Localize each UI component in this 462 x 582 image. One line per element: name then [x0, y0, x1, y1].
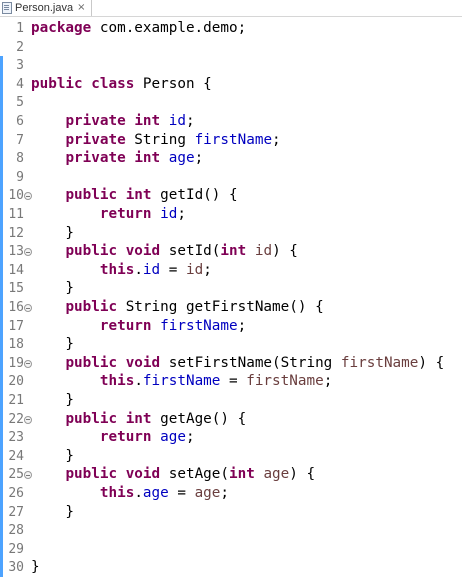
code-text: public void setFirstName(String firstNam… — [65, 354, 445, 371]
line-number: 6 — [16, 114, 24, 129]
line-number: 24 — [8, 448, 24, 464]
code-text: } — [31, 447, 75, 464]
code-line[interactable]: 25 public void setAge(int age) { — [0, 465, 462, 484]
code-line[interactable]: 19 public void setFirstName(String first… — [0, 354, 462, 373]
line-number: 14 — [8, 262, 24, 278]
line-number: 17 — [8, 318, 24, 334]
line-number: 13 — [8, 244, 24, 260]
code-line[interactable]: 29 — [0, 540, 462, 559]
line-number: 8 — [16, 151, 24, 167]
code-line[interactable]: 7 private String firstName; — [0, 131, 462, 150]
line-number: 5 — [16, 95, 24, 111]
code-line[interactable]: 21 } — [0, 391, 462, 410]
code-text: private String firstName; — [65, 131, 281, 148]
code-text: public int getId() { — [65, 187, 238, 204]
code-text: public void setId(int id) { — [65, 243, 298, 260]
line-number: 23 — [8, 430, 24, 446]
line-number: 11 — [8, 207, 24, 222]
code-text: private int id; — [65, 113, 195, 129]
code-text: package com.example.demo; — [31, 20, 247, 36]
code-line[interactable]: 4 public class Person { — [0, 75, 462, 94]
code-line[interactable]: 10 public int getId() { — [0, 186, 462, 205]
line-number: 16 — [8, 300, 24, 315]
code-text: } — [31, 392, 75, 408]
code-text: this.firstName = firstName; — [99, 373, 333, 390]
line-number: 21 — [8, 393, 24, 408]
line-number: 3 — [16, 58, 24, 74]
code-line[interactable]: 15 } — [0, 279, 462, 298]
line-number: 29 — [8, 541, 24, 557]
code-text: } — [31, 280, 75, 297]
code-line[interactable]: 26 this.age = age; — [0, 484, 462, 503]
line-number: 20 — [8, 374, 24, 390]
line-number: 1 — [16, 21, 24, 36]
line-number: 2 — [16, 39, 24, 55]
line-number: 10 — [8, 188, 24, 204]
line-number: 7 — [16, 132, 24, 148]
code-line[interactable]: 16 public String getFirstName() { — [0, 298, 462, 317]
code-line[interactable]: 5 — [0, 93, 462, 112]
tab-label: Person.java — [15, 2, 74, 14]
line-number: 12 — [8, 225, 24, 241]
line-number: 28 — [8, 523, 24, 539]
line-number: 26 — [8, 486, 24, 501]
line-number: 30 — [8, 560, 24, 576]
code-text: } — [31, 224, 75, 241]
code-line[interactable]: 1 package com.example.demo; — [0, 19, 462, 38]
code-text: public String getFirstName() { — [65, 299, 324, 315]
tab-person-java[interactable]: Person.java × — [0, 0, 93, 16]
code-line[interactable]: 24 } — [0, 447, 462, 466]
code-line[interactable]: 27 } — [0, 503, 462, 522]
code-text: this.age = age; — [99, 485, 230, 501]
code-line[interactable]: 9 — [0, 168, 462, 187]
line-number: 27 — [8, 504, 24, 520]
java-file-icon — [2, 2, 12, 14]
code-text: } — [31, 559, 40, 576]
code-line[interactable]: 12 } — [0, 224, 462, 243]
code-area[interactable]: 1 package com.example.demo; 2 3 4 public clas… — [0, 19, 462, 582]
change-marker — [0, 56, 3, 577]
line-number: 15 — [8, 281, 24, 297]
code-line[interactable]: 22 public int getAge() { — [0, 410, 462, 429]
code-text: public void setAge(int age) { — [65, 466, 316, 483]
code-line[interactable]: 8 private int age; — [0, 149, 462, 168]
code-text: return age; — [99, 429, 195, 446]
code-text: } — [31, 503, 75, 520]
line-number: 18 — [8, 337, 24, 353]
close-icon[interactable]: × — [77, 0, 85, 16]
code-text: return id; — [99, 206, 186, 222]
code-line[interactable]: 3 — [0, 56, 462, 75]
code-line[interactable]: 18 } — [0, 335, 462, 354]
code-text: public class Person { — [31, 75, 212, 92]
line-number: 4 — [16, 76, 24, 92]
code-text: return firstName; — [99, 317, 247, 334]
code-line[interactable]: 11 return id; — [0, 205, 462, 224]
code-line[interactable]: 14 this.id = id; — [0, 261, 462, 280]
editor-tab-strip: Person.java × — [0, 0, 462, 17]
java-editor: Person.java × 1 package com.example.demo;… — [0, 0, 462, 582]
line-number: 19 — [8, 355, 24, 371]
code-line[interactable]: 30} — [0, 558, 462, 577]
line-number: 22 — [8, 411, 24, 427]
code-line[interactable]: 2 — [0, 38, 462, 57]
code-text: private int age; — [65, 150, 204, 167]
code-line[interactable]: 17 return firstName; — [0, 317, 462, 336]
code-line[interactable]: 6 private int id; — [0, 112, 462, 131]
line-number: 9 — [16, 169, 24, 185]
code-line[interactable]: 13 public void setId(int id) { — [0, 242, 462, 261]
code-text: } — [31, 336, 75, 353]
code-text: this.id = id; — [99, 261, 212, 278]
code-line[interactable]: 20 this.firstName = firstName; — [0, 372, 462, 391]
line-number: 25 — [8, 467, 24, 483]
code-text: public int getAge() { — [65, 410, 247, 427]
code-line[interactable]: 23 return age; — [0, 428, 462, 447]
code-line[interactable]: 28 — [0, 521, 462, 540]
